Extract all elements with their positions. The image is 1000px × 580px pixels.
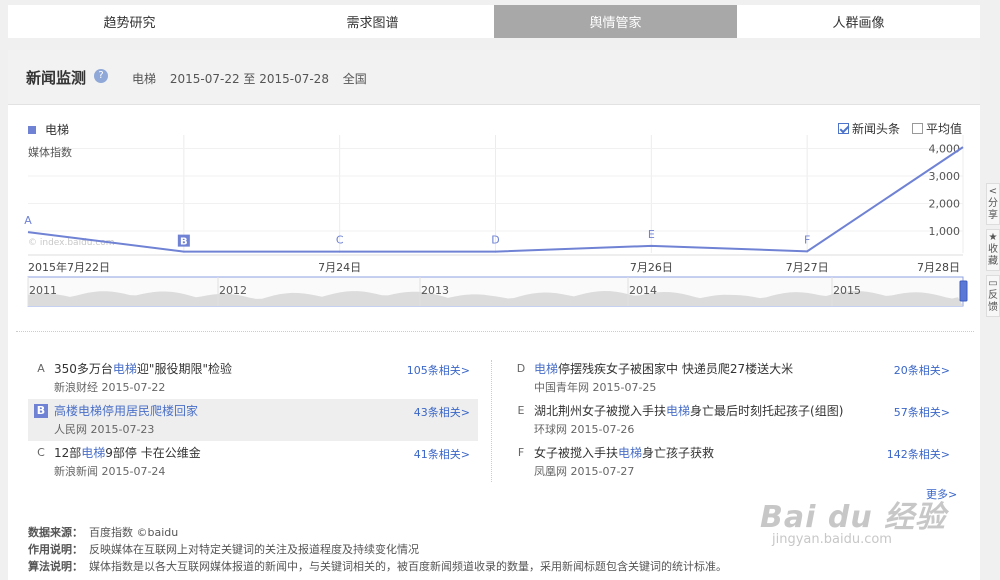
star-icon: ★ <box>988 232 998 243</box>
y-tick-label: 2,000 <box>929 198 961 211</box>
marker-label: E <box>648 228 655 241</box>
column-divider <box>491 360 492 482</box>
news-headline-checkbox[interactable] <box>837 123 849 134</box>
baidu-jingyan-watermark: Bai du 经验 jingyan.baidu.com <box>760 500 947 547</box>
x-tick-label: 7月27日 <box>786 261 829 274</box>
related-link[interactable]: 105条相关> <box>407 362 470 378</box>
navigator-year-label: 2011 <box>29 284 57 297</box>
related-link[interactable]: 41条相关> <box>414 446 470 462</box>
note-data-source: 数据来源： 百度指数 ©baidu <box>28 526 179 539</box>
x-tick-label: 7月26日 <box>630 261 673 274</box>
news-source: 环球网 2015-07-26 <box>534 423 635 436</box>
tab-demand-graph[interactable]: 需求图谱 <box>251 5 494 38</box>
tab-crowd-profile[interactable]: 人群画像 <box>737 5 980 38</box>
navigator-year-label: 2014 <box>629 284 657 297</box>
news-source: 新浪新闻 2015-07-24 <box>54 465 166 478</box>
marker-letter: E <box>517 404 525 417</box>
news-list-right: D 电梯停摆残疾女子被困家中 快递员爬27楼送大米 中国青年网 2015-07-… <box>508 357 958 483</box>
feedback-icon: ▭ <box>988 278 998 289</box>
news-item-e[interactable]: E 湖北荆州女子被搅入手扶电梯身亡最后时刻托起孩子(组图) 环球网 2015-0… <box>508 399 958 441</box>
query-keyword: 电梯 <box>132 72 157 86</box>
y-tick-label: 3,000 <box>929 170 961 183</box>
marker-letter: F <box>517 446 525 459</box>
media-index-chart: 媒体指数 1,000 2,000 3,000 4,000 © index.baidu.co… <box>24 135 968 307</box>
news-title[interactable]: 高楼电梯停用居民爬楼回家 <box>54 403 394 420</box>
section-divider <box>16 331 974 332</box>
notes-section: 数据来源： 百度指数 ©baidu 作用说明： 反映媒体在互联网上对特定关键词的关注… <box>28 524 727 575</box>
news-item-c[interactable]: C 12部电梯9部停 卡在公维金 新浪新闻 2015-07-24 41条相关> <box>28 441 478 483</box>
marker-label: F <box>804 233 810 246</box>
related-link[interactable]: 57条相关> <box>894 404 950 420</box>
x-tick-label: 7月24日 <box>318 261 361 274</box>
y-tick-label: 1,000 <box>929 225 961 238</box>
note-algorithm: 算法说明： 媒体指数是以各大互联网媒体报道的新闻中，与关键词相关的，被百度新闻频道… <box>28 560 727 573</box>
tab-trend-research[interactable]: 趋势研究 <box>8 5 251 38</box>
query-date-range: 2015-07-22 至 2015-07-28 <box>169 72 329 86</box>
news-title[interactable]: 湖北荆州女子被搅入手扶电梯身亡最后时刻托起孩子(组图) <box>534 403 874 420</box>
marker-label: A <box>24 214 32 227</box>
marker-letter: B <box>34 404 48 418</box>
page-title: 新闻监测 <box>26 69 87 87</box>
y-tick-label: 4,000 <box>929 143 961 156</box>
y-axis-label: 媒体指数 <box>28 145 72 159</box>
news-title[interactable]: 12部电梯9部停 卡在公维金 <box>54 445 394 462</box>
query-summary: 电梯 2015-07-22 至 2015-07-28 全国 <box>132 70 377 87</box>
help-icon[interactable]: ? <box>94 69 108 83</box>
marker-label: B <box>180 237 188 248</box>
note-purpose: 作用说明： 反映媒体在互联网上对特定关键词的关注及报道程度及持续变化情况 <box>28 543 419 556</box>
query-region: 全国 <box>342 72 367 86</box>
news-source: 人民网 2015-07-23 <box>54 423 155 436</box>
navigator-year-label: 2015 <box>833 284 861 297</box>
news-source: 新浪财经 2015-07-22 <box>54 381 166 394</box>
feedback-button[interactable]: ▭ 反馈 <box>986 275 1000 317</box>
marker-label: C <box>336 234 344 247</box>
news-item-f[interactable]: F 女子被搅入手扶电梯身亡孩子获救 凤凰网 2015-07-27 142条相关> <box>508 441 958 483</box>
related-link[interactable]: 43条相关> <box>414 404 470 420</box>
side-toolbar: < 分享 ★ 收藏 ▭ 反馈 <box>986 183 1000 321</box>
news-title[interactable]: 女子被搅入手扶电梯身亡孩子获救 <box>534 445 874 462</box>
share-icon: < <box>988 186 998 197</box>
navigator-year-label: 2013 <box>421 284 449 297</box>
news-title[interactable]: 电梯停摆残疾女子被困家中 快递员爬27楼送大米 <box>534 361 874 378</box>
marker-letter: A <box>37 362 45 375</box>
marker-letter: C <box>37 446 45 459</box>
favorite-button[interactable]: ★ 收藏 <box>986 229 1000 271</box>
news-item-a[interactable]: A 350多万台电梯迎"服役期限"检验 新浪财经 2015-07-22 105条… <box>28 357 478 399</box>
news-list-left: A 350多万台电梯迎"服役期限"检验 新浪财经 2015-07-22 105条… <box>28 357 478 483</box>
news-item-b[interactable]: B 高楼电梯停用居民爬楼回家 人民网 2015-07-23 43条相关> <box>28 399 478 441</box>
panel-header: 新闻监测 ? 电梯 2015-07-22 至 2015-07-28 全国 <box>8 50 980 105</box>
navigator-handle[interactable] <box>959 280 968 302</box>
news-title[interactable]: 350多万台电梯迎"服役期限"检验 <box>54 361 394 378</box>
news-item-d[interactable]: D 电梯停摆残疾女子被困家中 快递员爬27楼送大米 中国青年网 2015-07-… <box>508 357 958 399</box>
news-source: 中国青年网 2015-07-25 <box>534 381 657 394</box>
related-link[interactable]: 20条相关> <box>894 362 950 378</box>
marker-letter: D <box>516 362 526 375</box>
top-tabs: 趋势研究 需求图谱 舆情管家 人群画像 <box>8 5 980 38</box>
legend-swatch <box>28 125 36 134</box>
tab-sentiment-manager[interactable]: 舆情管家 <box>494 5 737 38</box>
average-checkbox[interactable] <box>911 123 923 134</box>
x-tick-label: 7月28日 <box>917 261 960 274</box>
news-source: 凤凰网 2015-07-27 <box>534 465 635 478</box>
share-button[interactable]: < 分享 <box>986 183 1000 225</box>
chart-watermark: © index.baidu.com <box>28 238 115 248</box>
related-link[interactable]: 142条相关> <box>887 446 950 462</box>
marker-label: D <box>491 234 499 247</box>
navigator-year-label: 2012 <box>219 284 247 297</box>
x-tick-label: 2015年7月22日 <box>28 260 110 274</box>
